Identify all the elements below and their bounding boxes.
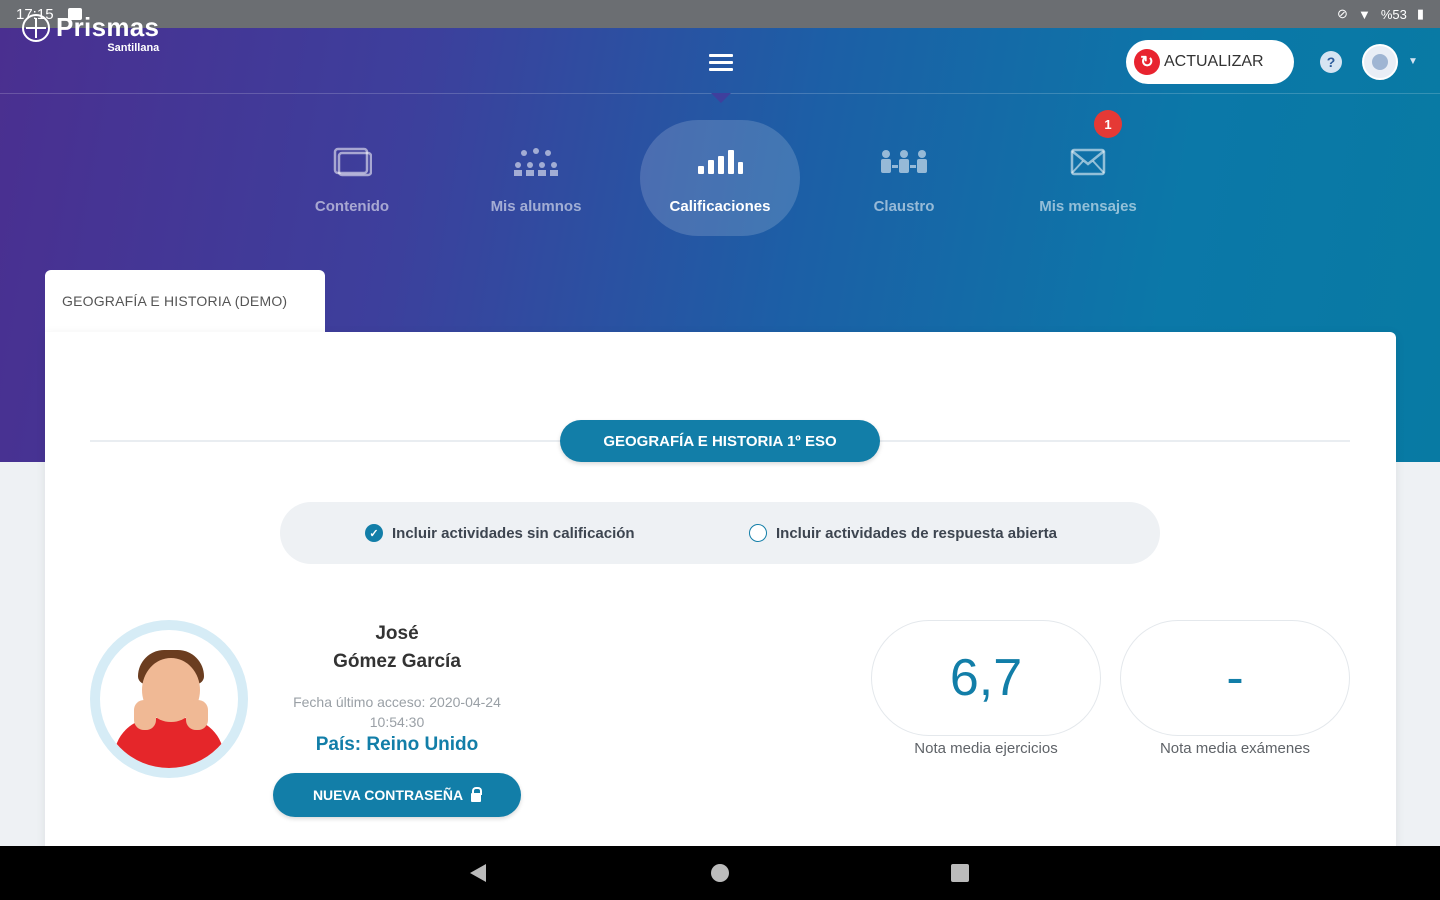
nav-label: Contenido — [314, 198, 390, 215]
mail-icon — [1070, 142, 1106, 182]
filter-label: Incluir actividades de respuesta abierta — [776, 524, 1057, 542]
messages-badge: 1 — [1094, 110, 1122, 138]
last-access-time: 10:54:30 — [369, 714, 425, 730]
prismas-logo-icon — [22, 14, 50, 42]
exams-average-label: Nota media exámenes — [1159, 740, 1311, 757]
nav-contenido[interactable]: Contenido — [272, 120, 432, 236]
faculty-icon — [878, 142, 930, 182]
student-first-name: José — [375, 623, 419, 644]
nav-claustro[interactable]: Claustro — [824, 120, 984, 236]
home-icon[interactable] — [711, 864, 729, 882]
battery-level: %53 — [1380, 6, 1407, 22]
exercises-average-score: 6,7 — [871, 620, 1101, 736]
update-button-label: ACTUALIZAR — [1164, 53, 1264, 70]
update-button[interactable]: ↻ ACTUALIZAR — [1126, 40, 1294, 84]
nav-mis-alumnos[interactable]: Mis alumnos — [456, 120, 616, 236]
filter-include-ungraded[interactable]: ✓ Incluir actividades sin calificación — [365, 524, 635, 542]
battery-icon: ▮ — [1416, 6, 1424, 21]
nav-mis-mensajes[interactable]: Mis mensajes — [1008, 120, 1168, 236]
nav-label: Calificaciones — [669, 198, 771, 215]
android-status-bar: 17:15 ⊘ ▼ %53 ▮ — [0, 0, 1440, 28]
last-access-date: Fecha último acceso: 2020-04-24 — [293, 694, 501, 710]
exercises-average-label: Nota media ejercicios — [914, 740, 1058, 757]
mute-icon: ⊘ — [1337, 6, 1348, 21]
student-last-name: Gómez García — [333, 651, 461, 672]
students-icon — [512, 142, 560, 182]
checkbox-checked-icon[interactable]: ✓ — [365, 524, 383, 542]
student-country: País: Reino Unido — [315, 734, 479, 755]
brand-name: Prismas — [56, 12, 160, 42]
grades-icon — [696, 142, 744, 182]
new-password-label: NUEVA CONTRASEÑA — [312, 787, 464, 803]
filter-include-open-response[interactable]: Incluir actividades de respuesta abierta — [749, 524, 1057, 542]
nav-calificaciones[interactable]: Calificaciones — [640, 120, 800, 236]
course-selector[interactable]: GEOGRAFÍA E HISTORIA 1º ESO — [560, 420, 880, 462]
nav-label: Mis mensajes — [1039, 198, 1137, 215]
filter-label: Incluir actividades sin calificación — [392, 524, 635, 542]
nav-label: Mis alumnos — [490, 198, 582, 215]
student-avatar — [90, 620, 248, 778]
user-avatar[interactable] — [1362, 44, 1398, 80]
nav-label: Claustro — [873, 198, 935, 215]
filters-bar: ✓ Incluir actividades sin calificación I… — [280, 502, 1160, 564]
exams-average-score: - — [1120, 620, 1350, 736]
checkbox-unchecked-icon[interactable] — [749, 524, 767, 542]
content-icon — [332, 142, 372, 182]
prismas-logo[interactable]: Prismas Santillana — [22, 14, 159, 54]
new-password-button[interactable]: NUEVA CONTRASEÑA — [273, 773, 521, 817]
back-icon[interactable] — [470, 864, 486, 882]
brand-sub: Santillana — [107, 42, 160, 54]
subject-tab[interactable]: GEOGRAFÍA E HISTORIA (DEMO) — [45, 270, 325, 334]
chevron-down-icon[interactable]: ▼ — [1408, 56, 1418, 67]
menu-notch — [711, 93, 731, 103]
lock-icon — [471, 786, 483, 802]
student-name: José Gómez García — [272, 620, 522, 676]
refresh-icon: ↻ — [1134, 49, 1160, 75]
help-icon[interactable]: ? — [1320, 51, 1342, 73]
hamburger-menu-icon[interactable] — [709, 54, 733, 72]
grades-card — [45, 332, 1396, 852]
wifi-icon: ▼ — [1357, 6, 1371, 22]
recent-apps-icon[interactable] — [951, 864, 969, 882]
student-last-access: Fecha último acceso: 2020-04-24 10:54:30 — [272, 692, 522, 732]
